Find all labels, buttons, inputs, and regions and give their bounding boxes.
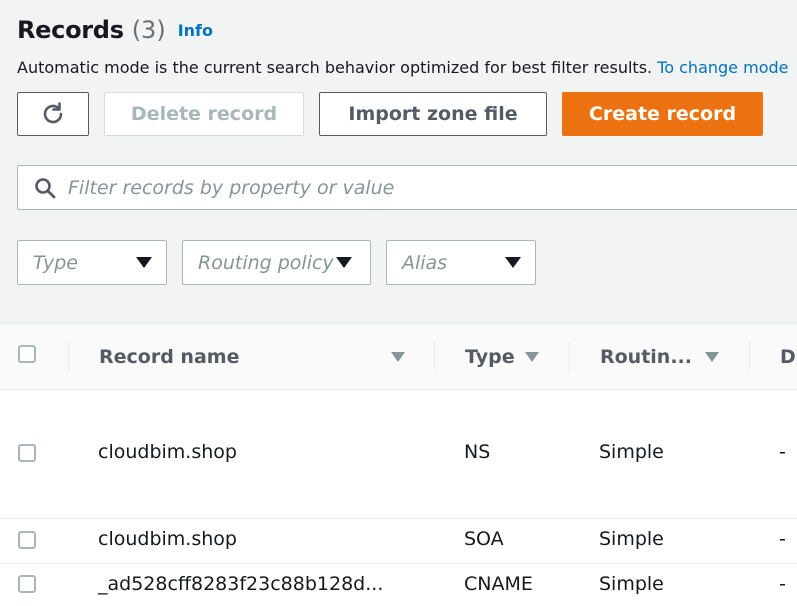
row-checkbox[interactable] xyxy=(18,575,36,593)
records-panel: Records (3) Info Automatic mode is the c… xyxy=(0,0,797,606)
table-row[interactable]: cloudbim.shop NS Simple - xyxy=(0,390,797,519)
search-icon xyxy=(35,177,56,198)
record-type: CNAME xyxy=(464,573,533,595)
table-row[interactable]: cloudbim.shop SOA Simple - xyxy=(0,519,797,564)
record-count: (3) xyxy=(131,16,166,44)
refresh-icon xyxy=(43,102,63,124)
column-header-record-name[interactable]: Record name xyxy=(99,324,239,389)
description-text: Automatic mode is the current search beh… xyxy=(17,58,658,77)
row-checkbox[interactable] xyxy=(18,531,36,549)
sort-icon[interactable] xyxy=(705,352,719,362)
record-name: _ad528cff8283f23c88b128d... xyxy=(98,573,384,595)
search-input[interactable]: Filter records by property or value xyxy=(17,165,797,210)
record-routing: Simple xyxy=(599,528,664,550)
create-record-button[interactable]: Create record xyxy=(562,92,763,136)
column-header-routing-policy[interactable]: Routin... xyxy=(600,324,692,389)
table-header: Record name Type Routin... Di xyxy=(0,324,797,390)
column-header-type[interactable]: Type xyxy=(465,324,515,389)
row-checkbox[interactable] xyxy=(18,444,36,462)
type-filter-label: Type xyxy=(33,251,78,274)
type-filter-select[interactable]: Type xyxy=(17,240,167,285)
column-divider xyxy=(749,342,750,372)
record-type: NS xyxy=(464,441,491,463)
record-routing: Simple xyxy=(599,441,664,463)
column-header-next[interactable]: Di xyxy=(780,324,797,389)
alias-filter-label: Alias xyxy=(402,251,448,274)
record-routing: Simple xyxy=(599,573,664,595)
records-table: Record name Type Routin... Di cloudbim.s… xyxy=(0,323,797,606)
record-name: cloudbim.shop xyxy=(98,528,237,550)
column-divider xyxy=(434,342,435,372)
info-link[interactable]: Info xyxy=(178,21,213,40)
record-extra: - xyxy=(779,573,786,595)
page-title: Records xyxy=(17,16,124,44)
caret-down-icon xyxy=(136,257,152,268)
change-mode-link[interactable]: To change mode xyxy=(657,58,788,77)
record-name: cloudbim.shop xyxy=(98,441,237,463)
sort-icon[interactable] xyxy=(391,352,405,362)
caret-down-icon xyxy=(336,257,352,268)
import-zone-file-button[interactable]: Import zone file xyxy=(319,92,547,136)
record-extra: - xyxy=(779,528,786,550)
record-type: SOA xyxy=(464,528,504,550)
alias-filter-select[interactable]: Alias xyxy=(386,240,536,285)
table-row[interactable]: _ad528cff8283f23c88b128d... CNAME Simple… xyxy=(0,564,797,606)
records-header: Records (3) Info xyxy=(17,16,213,44)
column-divider xyxy=(569,342,570,372)
refresh-button[interactable] xyxy=(17,92,89,136)
routing-policy-filter-label: Routing policy xyxy=(198,251,334,274)
search-placeholder: Filter records by property or value xyxy=(68,176,395,199)
column-divider xyxy=(68,342,69,372)
caret-down-icon xyxy=(505,257,521,268)
search-mode-description: Automatic mode is the current search beh… xyxy=(17,58,788,77)
select-all-checkbox[interactable] xyxy=(18,345,36,363)
delete-record-button[interactable]: Delete record xyxy=(104,92,304,136)
record-extra: - xyxy=(779,441,786,463)
routing-policy-filter-select[interactable]: Routing policy xyxy=(182,240,371,285)
sort-icon[interactable] xyxy=(525,352,539,362)
